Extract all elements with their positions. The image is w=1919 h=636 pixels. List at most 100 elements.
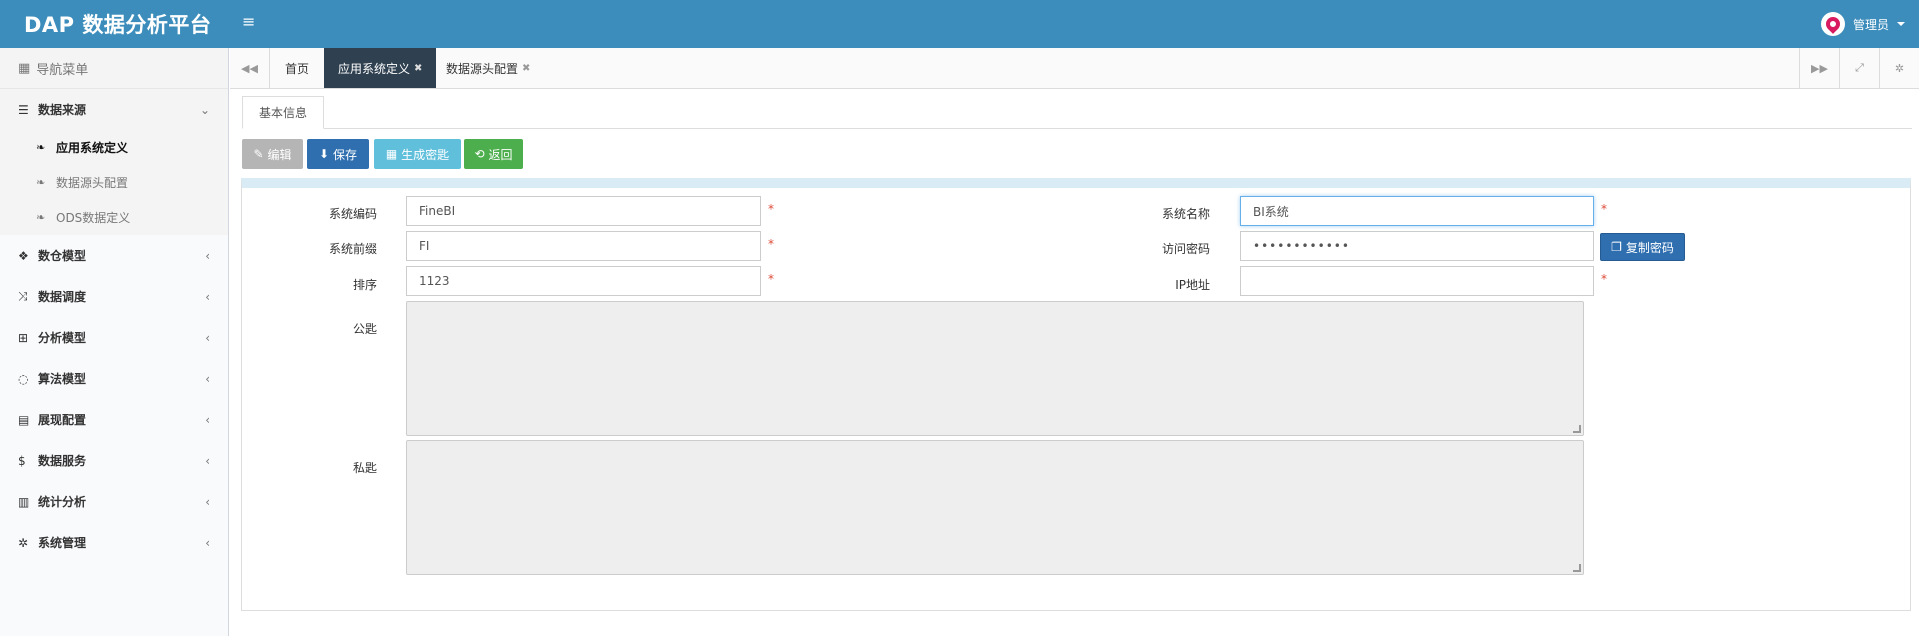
- leaf-icon: ❧: [36, 211, 46, 224]
- sidebar-subitem-app-system[interactable]: ❧ 应用系统定义: [0, 130, 228, 165]
- sitemap-icon: ⊞: [18, 330, 29, 345]
- sidebar-item-label: 分析模型: [38, 331, 87, 345]
- sidebar-item-analysis-model[interactable]: ⊞ 分析模型 ‹: [0, 317, 228, 358]
- edit-icon: ✎: [253, 147, 264, 161]
- chevron-left-icon: ‹: [205, 371, 210, 386]
- chevron-left-icon: ‹: [205, 494, 210, 509]
- menu-toggle-icon[interactable]: ≡: [242, 12, 255, 31]
- private-key-label: 私匙: [352, 461, 377, 475]
- copy-password-button[interactable]: ❐ 复制密码: [1600, 233, 1685, 261]
- chevron-left-icon: ‹: [205, 453, 210, 468]
- tab-label: 数据源头配置: [446, 61, 519, 76]
- tabs-scroll-left-icon[interactable]: ◀◀: [230, 48, 270, 88]
- user-menu[interactable]: 管理员: [1820, 12, 1905, 36]
- gear-icon[interactable]: ✲: [1879, 48, 1919, 88]
- back-button-label: 返回: [488, 147, 513, 162]
- system-code-field[interactable]: FineBI: [406, 196, 761, 226]
- access-password-label: 访问密码: [1161, 242, 1210, 256]
- edit-button-label: 编辑: [267, 147, 292, 162]
- chevron-left-icon: ‹: [205, 535, 210, 550]
- sidebar-header-label: 导航菜单: [36, 62, 89, 78]
- sidebar-item-warehouse-model[interactable]: ❖ 数仓模型 ‹: [0, 235, 228, 276]
- page-tabs-bar: ◀◀ 首页 应用系统定义 ✖ 数据源头配置 ✖ ▶▶ ⤢ ✲: [230, 48, 1919, 89]
- tab-basic-info[interactable]: 基本信息: [242, 96, 324, 129]
- generate-key-button[interactable]: ▦ 生成密匙: [374, 139, 461, 169]
- sidebar-header: ▦ 导航菜单: [0, 48, 228, 89]
- gear-icon: ✲: [18, 535, 29, 550]
- sidebar: ▦ 导航菜单 ☰ 数据来源 ⌄ ❧ 应用系统定义 ❧ 数据源头配置 ❧ ODS数…: [0, 48, 229, 636]
- chevron-left-icon: ‹: [205, 248, 210, 263]
- chevron-left-icon: ‹: [205, 412, 210, 427]
- cubes-icon: ❖: [18, 248, 29, 263]
- required-mark: *: [768, 202, 774, 216]
- fullscreen-icon[interactable]: ⤢: [1839, 48, 1879, 88]
- system-prefix-label: 系统前缀: [328, 242, 377, 256]
- close-icon[interactable]: ✖: [522, 63, 530, 74]
- tabs-scroll-right-icon[interactable]: ▶▶: [1799, 48, 1839, 88]
- public-key-textarea[interactable]: [406, 301, 1584, 436]
- sidebar-subitem-data-source-config[interactable]: ❧ 数据源头配置: [0, 165, 228, 200]
- public-key-label: 公匙: [352, 322, 377, 336]
- back-button[interactable]: ⟲ 返回: [464, 139, 523, 169]
- sidebar-item-statistics[interactable]: ▥ 统计分析 ‹: [0, 481, 228, 522]
- edit-button[interactable]: ✎ 编辑: [242, 139, 303, 169]
- tab-label: 应用系统定义: [338, 61, 411, 76]
- menu-group-data-source: ☰ 数据来源 ⌄ ❧ 应用系统定义 ❧ 数据源头配置 ❧ ODS数据定义: [0, 89, 228, 235]
- caret-down-icon: [1897, 22, 1905, 26]
- sidebar-item-algorithm-model[interactable]: ◌ 算法模型 ‹: [0, 358, 228, 399]
- form-tabs: 基本信息: [242, 96, 1912, 129]
- sidebar-item-system-admin[interactable]: ✲ 系统管理 ‹: [0, 522, 228, 563]
- save-button-label: 保存: [333, 147, 358, 162]
- sidebar-subitem-label: ODS数据定义: [56, 211, 131, 225]
- close-icon[interactable]: ✖: [414, 63, 422, 74]
- sidebar-item-label: 数据服务: [38, 454, 87, 468]
- film-icon: ▤: [18, 412, 30, 427]
- tab-app-system-definition[interactable]: 应用系统定义 ✖: [324, 48, 437, 88]
- sidebar-item-label: 系统管理: [38, 536, 87, 550]
- resize-handle-icon[interactable]: [1573, 564, 1581, 572]
- sidebar-item-scheduling[interactable]: ⤨ 数据调度 ‹: [0, 276, 228, 317]
- required-mark: *: [1601, 202, 1607, 216]
- system-prefix-field[interactable]: FI: [406, 231, 761, 261]
- user-name: 管理员: [1852, 17, 1889, 32]
- app-title[interactable]: DAP 数据分析平台: [0, 0, 229, 48]
- sidebar-item-display-config[interactable]: ▤ 展现配置 ‹: [0, 399, 228, 440]
- tab-label: 首页: [285, 61, 310, 76]
- sort-label: 排序: [352, 278, 377, 292]
- sidebar-subitem-ods[interactable]: ❧ ODS数据定义: [0, 200, 228, 235]
- required-mark: *: [768, 272, 774, 286]
- sidebar-item-data-source[interactable]: ☰ 数据来源 ⌄: [0, 89, 228, 130]
- reply-icon: ⟲: [474, 147, 485, 161]
- chevron-left-icon: ‹: [205, 289, 210, 304]
- sidebar-item-data-service[interactable]: $ 数据服务 ‹: [0, 440, 228, 481]
- sort-field[interactable]: 1123: [406, 266, 761, 296]
- random-icon: ⤨: [18, 289, 28, 303]
- map-marker-icon: [1823, 14, 1843, 34]
- system-name-field[interactable]: BI系统: [1240, 196, 1594, 226]
- tab-home[interactable]: 首页: [271, 48, 323, 88]
- th-large-icon: ▦: [18, 60, 31, 76]
- top-navbar: DAP 数据分析平台 ≡ 管理员: [0, 0, 1919, 48]
- sidebar-item-label: 数据调度: [38, 290, 87, 304]
- chevron-left-icon: ‹: [205, 330, 210, 345]
- resize-handle-icon[interactable]: [1573, 425, 1581, 433]
- tab-data-source-config[interactable]: 数据源头配置 ✖: [432, 48, 544, 88]
- sidebar-item-label: 展现配置: [38, 413, 87, 427]
- sidebar-item-label: 算法模型: [38, 372, 87, 386]
- private-key-textarea[interactable]: [406, 440, 1584, 575]
- sidebar-item-label: 统计分析: [38, 495, 87, 509]
- dollar-icon: $: [18, 453, 26, 468]
- bar-chart-icon: ▥: [18, 494, 30, 509]
- ip-address-field[interactable]: [1240, 266, 1594, 296]
- sidebar-item-label: 数仓模型: [38, 249, 87, 263]
- chevron-down-icon: ⌄: [199, 102, 210, 117]
- avatar: [1820, 12, 1845, 36]
- sidebar-subitem-label: 应用系统定义: [56, 141, 129, 155]
- system-code-label: 系统编码: [328, 207, 377, 221]
- sidebar-item-label: 数据来源: [38, 103, 87, 117]
- ip-address-label: IP地址: [1175, 278, 1210, 292]
- required-mark: *: [1601, 272, 1607, 286]
- access-password-field[interactable]: ••••••••••••: [1240, 231, 1594, 261]
- leaf-icon: ❧: [36, 176, 46, 189]
- save-button[interactable]: ⬇ 保存: [307, 139, 369, 169]
